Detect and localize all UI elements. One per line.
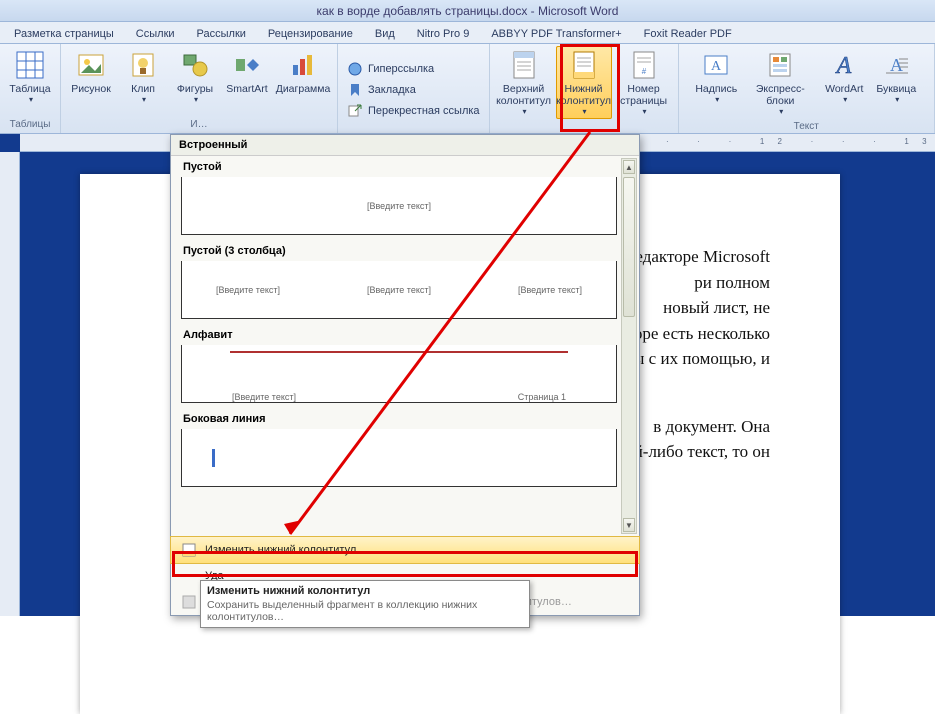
table-icon xyxy=(14,49,46,81)
chevron-down-icon: ▾ xyxy=(715,95,719,104)
header-icon xyxy=(508,49,540,81)
smartart-button[interactable]: SmartArt xyxy=(223,46,271,98)
picture-button[interactable]: Рисунок xyxy=(67,46,115,98)
ribbon-tabs: Разметка страницы Ссылки Рассылки Реценз… xyxy=(0,22,935,44)
option-blank-title: Пустой xyxy=(183,161,617,173)
chevron-down-icon: ▾ xyxy=(583,107,587,116)
svg-text:A: A xyxy=(711,59,722,74)
tab-mailings[interactable]: Рассылки xyxy=(187,24,256,43)
edit-footer-item[interactable]: Изменить нижний колонтитул xyxy=(170,536,640,564)
scroll-thumb[interactable] xyxy=(623,177,635,317)
quickparts-button[interactable]: Экспресс-блоки▾ xyxy=(744,46,816,119)
table-button[interactable]: Таблица▾ xyxy=(6,46,54,107)
picture-icon xyxy=(75,49,107,81)
pagenum-icon: # xyxy=(628,49,660,81)
svg-text:#: # xyxy=(641,67,646,76)
gallery-scroll-area: Пустой [Введите текст] Пустой (3 столбца… xyxy=(171,156,639,536)
chart-icon xyxy=(287,49,319,81)
crossref-button[interactable]: Перекрестная ссылка xyxy=(344,102,483,120)
tooltip-body: Сохранить выделенный фрагмент в коллекци… xyxy=(207,599,523,623)
remove-footer-icon xyxy=(181,568,197,584)
clip-button[interactable]: Клип▾ xyxy=(119,46,167,107)
option-alphabet-title: Алфавит xyxy=(183,329,617,341)
ruler-vertical[interactable] xyxy=(0,152,20,616)
clip-icon xyxy=(127,49,159,81)
tab-page-layout[interactable]: Разметка страницы xyxy=(4,24,124,43)
option-sideline[interactable] xyxy=(181,429,617,487)
option-blank3-title: Пустой (3 столбца) xyxy=(183,245,617,257)
gallery-header: Встроенный xyxy=(171,135,639,156)
wordart-icon: A xyxy=(828,49,860,81)
edit-footer-icon xyxy=(181,542,197,558)
footer-gallery-dropdown: Встроенный Пустой [Введите текст] Пустой… xyxy=(170,134,640,616)
save-gallery-icon xyxy=(181,594,197,610)
textbox-button[interactable]: A Надпись▾ xyxy=(692,46,740,107)
title-bar: как в ворде добавлять страницы.docx - Mi… xyxy=(0,0,935,22)
svg-text:A: A xyxy=(890,55,903,75)
bookmark-icon xyxy=(347,82,363,98)
pagenum-button[interactable]: # Номер страницы▾ xyxy=(616,46,672,119)
header-button[interactable]: Верхний колонтитул▾ xyxy=(496,46,552,119)
shapes-button[interactable]: Фигуры▾ xyxy=(171,46,219,107)
chevron-down-icon: ▾ xyxy=(843,95,847,104)
group-label-illus: И… xyxy=(67,117,331,133)
chart-button[interactable]: Диаграмма xyxy=(275,46,331,98)
ribbon: Таблица▾ Таблицы Рисунок Клип▾ Фигуры▾ S… xyxy=(0,44,935,134)
footer-button[interactable]: Нижний колонтитул▾ xyxy=(556,46,612,119)
tab-view[interactable]: Вид xyxy=(365,24,405,43)
footer-icon xyxy=(568,49,600,81)
group-tables: Таблица▾ Таблицы xyxy=(0,44,61,133)
shapes-icon xyxy=(179,49,211,81)
group-links: Гиперссылка Закладка Перекрестная ссылка xyxy=(338,44,490,133)
chevron-down-icon: ▾ xyxy=(29,95,33,104)
chevron-down-icon: ▾ xyxy=(779,107,783,116)
svg-text:A: A xyxy=(835,53,852,79)
globe-link-icon xyxy=(347,61,363,77)
tooltip: Изменить нижний колонтитул Сохранить выд… xyxy=(200,580,530,628)
tab-foxit[interactable]: Foxit Reader PDF xyxy=(634,24,742,43)
tab-references[interactable]: Ссылки xyxy=(126,24,185,43)
chevron-down-icon: ▾ xyxy=(895,95,899,104)
textbox-icon: A xyxy=(700,49,732,81)
group-header-footer: Верхний колонтитул▾ Нижний колонтитул▾ #… xyxy=(490,44,679,133)
chevron-down-icon: ▾ xyxy=(523,107,527,116)
option-alphabet[interactable]: [Введите текст] Страница 1 xyxy=(181,345,617,403)
smartart-icon xyxy=(231,49,263,81)
quickparts-icon xyxy=(764,49,796,81)
group-text: A Надпись▾ Экспресс-блоки▾ A WordArt▾ A … xyxy=(679,44,935,133)
group-illustrations: Рисунок Клип▾ Фигуры▾ SmartArt Диаграмма… xyxy=(61,44,338,133)
tab-review[interactable]: Рецензирование xyxy=(258,24,363,43)
bookmark-button[interactable]: Закладка xyxy=(344,81,419,99)
tab-nitro[interactable]: Nitro Pro 9 xyxy=(407,24,480,43)
window-title: как в ворде добавлять страницы.docx - Mi… xyxy=(317,4,619,18)
group-label-tables: Таблицы xyxy=(6,117,54,133)
crossref-icon xyxy=(347,103,363,119)
dropcap-button[interactable]: A Буквица▾ xyxy=(872,46,920,107)
group-label-text: Текст xyxy=(685,119,928,135)
scroll-down-icon[interactable]: ▼ xyxy=(623,518,635,532)
chevron-down-icon: ▾ xyxy=(643,107,647,116)
hyperlink-button[interactable]: Гиперссылка xyxy=(344,60,437,78)
wordart-button[interactable]: A WordArt▾ xyxy=(820,46,868,107)
gallery-scrollbar[interactable]: ▲ ▼ xyxy=(621,158,637,534)
option-blank[interactable]: [Введите текст] xyxy=(181,177,617,235)
option-blank-3col[interactable]: [Введите текст] [Введите текст] [Введите… xyxy=(181,261,617,319)
scroll-up-icon[interactable]: ▲ xyxy=(623,160,635,174)
dropcap-icon: A xyxy=(880,49,912,81)
chevron-down-icon: ▾ xyxy=(194,95,198,104)
tab-abbyy[interactable]: ABBYY PDF Transformer+ xyxy=(481,24,631,43)
tooltip-title: Изменить нижний колонтитул xyxy=(207,585,523,597)
option-sideline-title: Боковая линия xyxy=(183,413,617,425)
chevron-down-icon: ▾ xyxy=(142,95,146,104)
